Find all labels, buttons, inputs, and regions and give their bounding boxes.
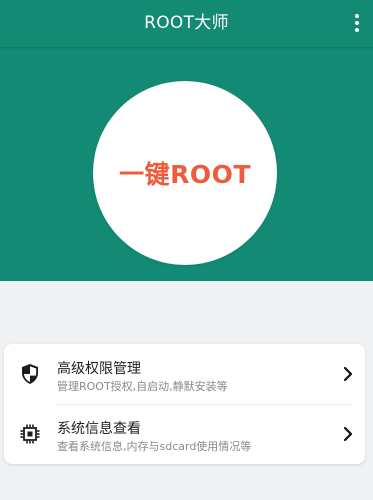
app-bar: ROOT大师 bbox=[0, 0, 373, 47]
menu-item-title: 系统信息查看 bbox=[57, 421, 141, 437]
chevron-right-icon bbox=[343, 426, 353, 442]
feature-menu-card: 高级权限管理 管理ROOT授权,自启动,静默安装等 系统信息查看 查看系统信息,… bbox=[4, 344, 365, 464]
chevron-right-icon bbox=[343, 366, 353, 382]
menu-item-subtitle: 管理ROOT授权,自启动,静默安装等 bbox=[57, 380, 228, 393]
menu-dot bbox=[355, 28, 359, 32]
one-click-root-label: 一键ROOT bbox=[119, 160, 251, 189]
menu-item-title: 高级权限管理 bbox=[57, 361, 141, 377]
more-vert-icon[interactable] bbox=[349, 10, 365, 36]
menu-item-subtitle: 查看系统信息,内存与sdcard使用情况等 bbox=[57, 440, 252, 453]
menu-dot bbox=[355, 14, 359, 18]
menu-item-system-info[interactable]: 系统信息查看 查看系统信息,内存与sdcard使用情况等 bbox=[4, 404, 365, 464]
chip-icon bbox=[20, 424, 40, 444]
shield-icon bbox=[22, 364, 38, 384]
one-click-root-button[interactable]: 一键ROOT bbox=[93, 81, 277, 265]
app-title: ROOT大师 bbox=[144, 13, 229, 33]
menu-dot bbox=[355, 21, 359, 25]
hero-panel: 一键ROOT bbox=[0, 47, 373, 281]
menu-item-advanced-permissions[interactable]: 高级权限管理 管理ROOT授权,自启动,静默安装等 bbox=[4, 344, 365, 404]
